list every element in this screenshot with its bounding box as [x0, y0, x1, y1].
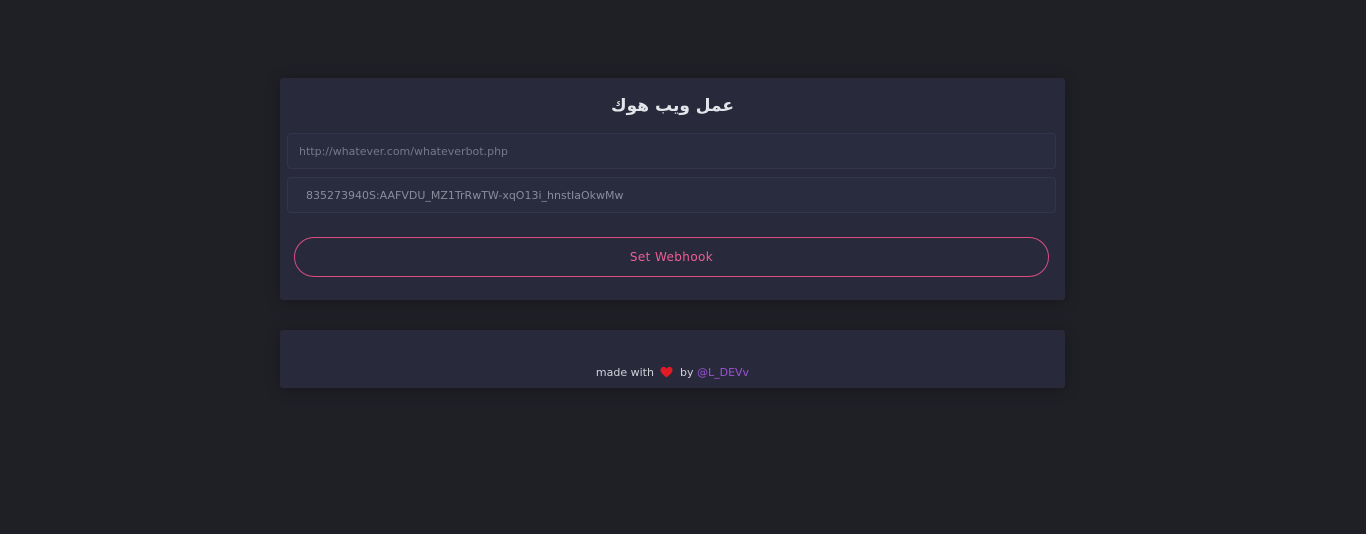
heart-icon: [659, 366, 674, 378]
form-title: عمل ويب هوك: [611, 96, 734, 116]
webhook-url-input[interactable]: [287, 133, 1056, 169]
footer-prefix: made with: [595, 366, 654, 379]
bot-token-input[interactable]: [287, 177, 1056, 213]
author-link[interactable]: @L_DEVv: [697, 366, 749, 379]
footer-card: made with by @L_DEVv: [280, 330, 1065, 388]
webhook-form-card: عمل ويب هوك Set Webhook: [280, 78, 1065, 300]
footer-by: by: [679, 366, 694, 379]
set-webhook-button[interactable]: Set Webhook: [294, 237, 1049, 277]
footer-credit: made with by @L_DEVv: [280, 366, 1065, 380]
